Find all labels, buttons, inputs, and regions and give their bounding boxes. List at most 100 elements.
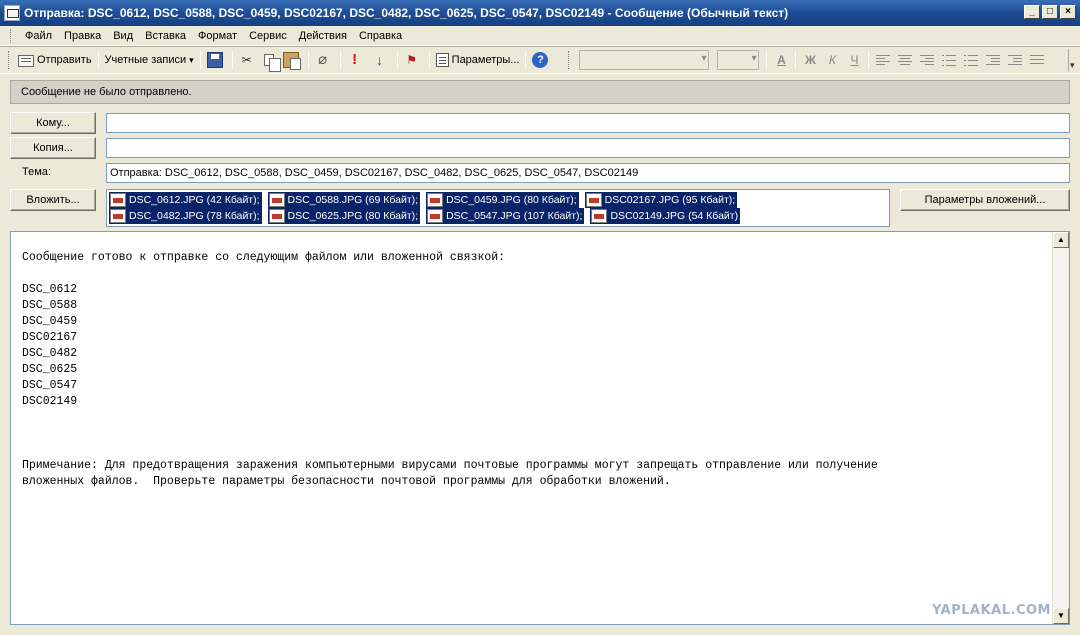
chevron-down-icon: ▾ <box>189 54 194 65</box>
menu-insert[interactable]: Вставка <box>139 27 192 45</box>
low-importance-button[interactable]: ↓ <box>369 49 394 71</box>
align-right-button[interactable] <box>916 49 938 71</box>
toolbar-separator <box>868 51 870 69</box>
message-icon <box>4 5 20 21</box>
vertical-scrollbar[interactable]: ▲ ▼ <box>1052 232 1069 624</box>
accounts-button[interactable]: Учетные записи ▾ <box>102 49 197 71</box>
message-body[interactable]: Сообщение готово к отправке со следующим… <box>10 231 1070 625</box>
message-text: Сообщение готово к отправке со следующим… <box>22 250 1045 490</box>
options-button[interactable]: Параметры... <box>433 49 523 71</box>
maximize-button[interactable]: □ <box>1042 5 1058 19</box>
toolbar-separator <box>339 51 341 69</box>
scroll-up-icon[interactable]: ▲ <box>1053 232 1069 248</box>
file-line: DSC_0459 <box>22 315 78 328</box>
toolbar-separator <box>97 51 99 69</box>
save-icon <box>206 52 223 68</box>
attachments-box[interactable]: DSC_0612.JPG (42 Кбайт); DSC_0588.JPG (6… <box>106 189 890 227</box>
file-line: DSC02167 <box>22 331 78 344</box>
attachment-item[interactable]: DSC02149.JPG (54 Кбайт) <box>590 208 741 224</box>
file-line: DSC02149 <box>22 395 78 408</box>
window-title: Отправка: DSC_0612, DSC_0588, DSC_0459, … <box>24 6 789 20</box>
file-line: DSC_0625 <box>22 363 78 376</box>
bullet-list-icon <box>942 54 957 66</box>
align-right-icon <box>920 54 935 66</box>
toolbar-separator <box>766 51 768 69</box>
attachment-name: DSC_0482.JPG (78 Кбайт); <box>129 210 260 222</box>
attachment-options-button[interactable]: Параметры вложений... <box>900 189 1070 211</box>
font-name-select[interactable] <box>579 50 710 70</box>
underline-button[interactable]: Ч <box>843 49 865 71</box>
format-toolbar-grip-icon[interactable] <box>568 51 571 69</box>
menu-actions[interactable]: Действия <box>293 27 353 45</box>
bullets-button[interactable] <box>938 49 960 71</box>
align-left-button[interactable] <box>872 49 894 71</box>
attachment-item[interactable]: DSC_0588.JPG (69 Кбайт); <box>267 192 421 208</box>
cc-field[interactable] <box>106 138 1070 158</box>
menu-grip-icon[interactable] <box>10 28 13 43</box>
minimize-button[interactable]: _ <box>1024 5 1040 19</box>
attachment-item[interactable]: DSC02167.JPG (95 Кбайт); <box>584 192 738 208</box>
attach-button[interactable]: Вложить... <box>10 189 96 211</box>
send-button[interactable]: Отправить <box>15 49 95 71</box>
paste-button[interactable] <box>280 49 305 71</box>
decrease-indent-button[interactable] <box>982 49 1004 71</box>
attachment-item[interactable]: DSC_0482.JPG (78 Кбайт); <box>109 208 262 224</box>
toolbar-grip-icon[interactable] <box>8 51 11 69</box>
to-field[interactable] <box>106 113 1070 133</box>
cut-button[interactable]: ✂ <box>236 49 261 71</box>
menu-bar: Файл Правка Вид Вставка Формат Сервис Де… <box>0 26 1080 46</box>
toolbar-separator <box>795 51 797 69</box>
scissors-icon: ✂ <box>241 53 252 67</box>
menu-edit[interactable]: Правка <box>58 27 107 45</box>
attachment-name: DSC_0588.JPG (69 Кбайт); <box>287 194 419 206</box>
cc-button[interactable]: Копия... <box>10 137 96 159</box>
attachment-name: DSC02149.JPG (54 Кбайт) <box>610 210 739 222</box>
window-controls: _ □ × <box>1024 5 1076 19</box>
copy-button[interactable] <box>261 49 281 72</box>
menu-file[interactable]: Файл <box>19 27 58 45</box>
align-center-button[interactable] <box>894 49 916 71</box>
menu-format[interactable]: Формат <box>192 27 243 45</box>
toolbar-overflow-icon[interactable] <box>1068 49 1078 71</box>
subject-field[interactable]: Отправка: DSC_0612, DSC_0588, DSC_0459, … <box>106 163 1070 183</box>
attachment-name: DSC_0547.JPG (107 Кбайт); <box>446 210 583 222</box>
increase-indent-button[interactable] <box>1004 49 1026 71</box>
attachment-item[interactable]: DSC_0459.JPG (80 Кбайт); <box>426 192 579 208</box>
exclamation-icon: ! <box>352 51 358 68</box>
toolbar-separator <box>231 51 233 69</box>
menu-help[interactable]: Справка <box>353 27 408 45</box>
title-bar: Отправка: DSC_0612, DSC_0588, DSC_0459, … <box>0 0 1080 26</box>
underline-icon: Ч <box>850 53 859 67</box>
attachment-item[interactable]: DSC_0625.JPG (80 Кбайт); <box>267 208 421 224</box>
to-button[interactable]: Кому... <box>10 112 96 134</box>
help-button[interactable]: ? <box>529 49 554 71</box>
attach-file-button[interactable]: ⌀ <box>312 49 337 71</box>
menu-view[interactable]: Вид <box>107 27 139 45</box>
scroll-down-icon[interactable]: ▼ <box>1053 608 1069 624</box>
high-importance-button[interactable]: ! <box>344 49 369 71</box>
file-line: DSC_0612 <box>22 283 78 296</box>
italic-button[interactable]: К <box>821 49 843 71</box>
send-label: Отправить <box>37 54 92 66</box>
accounts-label: Учетные записи <box>104 54 187 66</box>
attachment-name: DSC_0612.JPG (42 Кбайт); <box>129 194 260 206</box>
numbering-button[interactable] <box>960 49 982 71</box>
toolbar-separator <box>396 51 398 69</box>
body-intro: Сообщение готово к отправке со следующим… <box>22 251 506 264</box>
attachment-item[interactable]: DSC_0547.JPG (107 Кбайт); <box>426 208 585 224</box>
attachment-item[interactable]: DSC_0612.JPG (42 Кбайт); <box>109 192 262 208</box>
flag-button[interactable]: ⚑ <box>401 49 426 71</box>
close-button[interactable]: × <box>1060 5 1076 19</box>
body-note-line: вложенных файлов. Проверьте параметры бе… <box>22 475 671 488</box>
menu-tools[interactable]: Сервис <box>243 27 293 45</box>
font-color-button[interactable]: A <box>770 49 792 71</box>
options-label: Параметры... <box>451 54 520 66</box>
font-size-select[interactable] <box>717 50 760 70</box>
save-button[interactable] <box>204 49 229 71</box>
file-line: DSC_0547 <box>22 379 78 392</box>
file-line: DSC_0588 <box>22 299 78 312</box>
styles-icon <box>1030 54 1045 66</box>
image-file-icon <box>427 209 444 223</box>
bold-button[interactable]: Ж <box>799 49 821 71</box>
styles-button[interactable] <box>1026 49 1048 71</box>
